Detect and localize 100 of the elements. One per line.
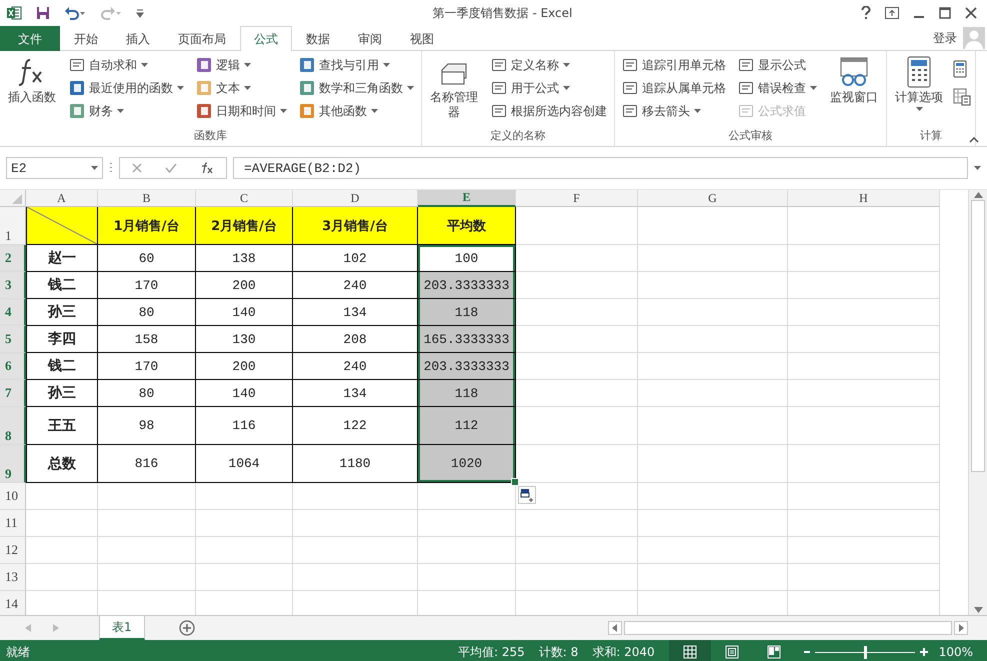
ribbon-tab[interactable]: 数据 — [292, 26, 344, 51]
column-header[interactable]: B — [98, 190, 196, 207]
calculator-icon[interactable] — [953, 60, 967, 78]
row-header[interactable]: 11 — [0, 510, 26, 537]
name-box[interactable]: E2 — [6, 157, 103, 179]
ribbon-button[interactable]: 追踪引用单元格 — [619, 54, 729, 76]
caret-icon — [117, 109, 124, 113]
ribbon-button[interactable]: 计算选项 — [891, 54, 947, 128]
row-header[interactable]: 8 — [0, 407, 26, 445]
row-header[interactable]: 9 — [0, 445, 26, 483]
row-header[interactable]: 14 — [0, 591, 26, 615]
collapse-ribbon-icon[interactable] — [969, 137, 979, 143]
function-icon[interactable] — [200, 162, 214, 174]
table-cell: 200 — [196, 353, 293, 380]
table-cell: 130 — [196, 326, 293, 353]
row-header[interactable]: 3 — [0, 272, 26, 299]
table-cell: 170 — [98, 272, 196, 299]
table-cell: 1064 — [196, 445, 293, 483]
caret-icon — [244, 86, 251, 90]
ribbon-display-icon[interactable] — [885, 7, 899, 19]
column-header[interactable]: C — [196, 190, 293, 207]
sheet-tab[interactable]: 表1 — [99, 616, 145, 640]
ribbon-tab[interactable]: 页面布局 — [164, 26, 240, 51]
help-icon[interactable] — [861, 6, 871, 20]
sign-in-link[interactable]: 登录 — [933, 30, 957, 46]
customize-icon[interactable] — [136, 8, 144, 18]
ribbon-button[interactable]: 文本 — [193, 77, 290, 99]
ribbon-button[interactable]: 数学和三角函数 — [296, 77, 417, 99]
row-header[interactable]: 13 — [0, 564, 26, 591]
column-header[interactable]: F — [516, 190, 638, 207]
column-header[interactable]: D — [293, 190, 418, 207]
ribbon-tab[interactable]: 插入 — [112, 26, 164, 51]
ribbon-tab[interactable]: 开始 — [60, 26, 112, 51]
ribbon-button[interactable]: 日期和时间 — [193, 100, 290, 122]
row-header[interactable]: 2 — [0, 245, 26, 272]
row-header[interactable]: 7 — [0, 380, 26, 407]
table-cell: 200 — [196, 272, 293, 299]
ribbon-button[interactable]: 定义名称 — [488, 54, 610, 76]
zoom-level[interactable]: 100% — [938, 645, 973, 659]
column-header[interactable]: E — [418, 190, 516, 207]
add-sheet-icon[interactable] — [178, 620, 195, 636]
ribbon-button[interactable]: 插入函数 — [4, 54, 60, 128]
ribbon-tab[interactable]: 审阅 — [344, 26, 396, 51]
table-cell: 138 — [196, 245, 293, 272]
tool-icon — [69, 57, 85, 73]
quick-analysis-icon[interactable] — [518, 486, 536, 504]
ribbon-button[interactable]: 财务 — [66, 100, 187, 122]
fill-handle[interactable] — [511, 478, 519, 486]
caret-icon — [141, 63, 148, 67]
ribbon-button[interactable]: 自动求和 — [66, 54, 187, 76]
ribbon-button[interactable]: 监视窗口 — [826, 54, 882, 128]
ribbon-button[interactable]: 查找与引用 — [296, 54, 417, 76]
ribbon-button[interactable]: 显示公式 — [735, 54, 820, 76]
zoom-slider-thumb[interactable] — [864, 646, 867, 658]
check-icon[interactable] — [164, 163, 177, 173]
ribbon-button[interactable]: 逻辑 — [193, 54, 290, 76]
excel-logo-icon[interactable] — [6, 5, 22, 21]
scroll-right-icon[interactable] — [954, 621, 968, 635]
formula-field[interactable]: =AVERAGE(B2:D2) — [233, 157, 968, 179]
row-header[interactable]: 6 — [0, 353, 26, 380]
table-cell: 165.3333333 — [418, 326, 516, 353]
maximize-icon[interactable] — [939, 7, 951, 19]
row-header[interactable]: 1 — [0, 207, 26, 245]
status-stat: 计数: 8 — [538, 644, 578, 660]
row-header[interactable]: 5 — [0, 326, 26, 353]
column-header[interactable]: A — [26, 190, 98, 207]
grid-cell — [26, 483, 98, 510]
ribbon-button[interactable]: 追踪从属单元格 — [619, 77, 729, 99]
zoom-out-icon[interactable] — [802, 648, 811, 656]
table-cell: 170 — [98, 353, 196, 380]
row-header[interactable]: 10 — [0, 483, 26, 510]
ribbon-button[interactable]: 用于公式 — [488, 77, 610, 99]
caret-icon — [563, 86, 570, 90]
row-header[interactable]: 12 — [0, 537, 26, 564]
scroll-down-icon[interactable] — [974, 607, 982, 613]
view-button[interactable] — [668, 640, 711, 661]
scroll-up-icon[interactable] — [974, 192, 982, 198]
ribbon-button[interactable]: 移去箭头 — [619, 100, 729, 122]
table-cell: 80 — [98, 299, 196, 326]
ribbon-button[interactable]: 其他函数 — [296, 100, 417, 122]
ribbon-tab[interactable]: 公式 — [240, 26, 292, 51]
ribbon-button[interactable]: 错误检查 — [735, 77, 820, 99]
sheet-calc-icon[interactable] — [953, 88, 971, 106]
ribbon-tab[interactable]: 文件 — [0, 26, 60, 51]
close-icon[interactable] — [965, 7, 977, 19]
column-header[interactable]: G — [638, 190, 788, 207]
ribbon-button[interactable]: 名称管理器 — [426, 54, 482, 128]
ribbon-button[interactable]: 最近使用的函数 — [66, 77, 187, 99]
tool-icon — [622, 80, 638, 96]
scrollbar-thumb[interactable] — [624, 621, 952, 635]
group-label: 公式审核 — [728, 128, 774, 144]
scrollbar-thumb[interactable] — [971, 200, 985, 472]
row-header[interactable]: 4 — [0, 299, 26, 326]
scroll-left-icon[interactable] — [608, 621, 622, 635]
zoom-in-icon[interactable] — [918, 647, 929, 657]
ribbon-button[interactable]: 根据所选内容创建 — [488, 100, 610, 122]
tool-icon — [622, 103, 638, 119]
column-header[interactable]: H — [788, 190, 940, 207]
ribbon-tab[interactable]: 视图 — [396, 26, 448, 51]
undo-icon[interactable] — [64, 6, 86, 20]
